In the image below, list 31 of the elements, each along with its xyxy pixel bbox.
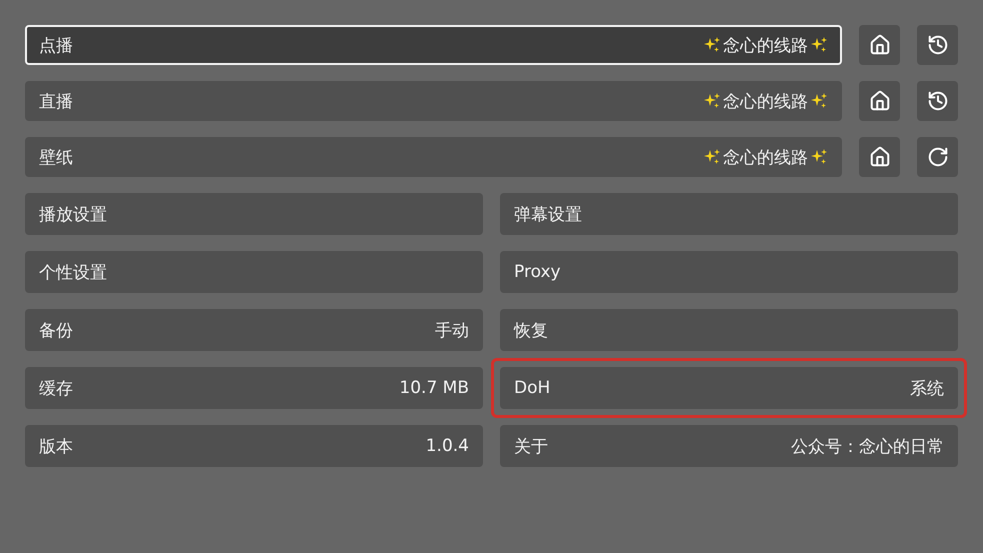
home-icon: [868, 146, 890, 168]
settings-item[interactable]: 个性设置: [25, 251, 483, 293]
settings-item[interactable]: Proxy: [500, 251, 958, 293]
settings-item[interactable]: 缓存 10.7 MB: [25, 367, 483, 409]
sparkles-icon: [703, 36, 721, 54]
sparkles-icon: [810, 148, 828, 166]
settings-item[interactable]: DoH 系统: [500, 367, 958, 409]
refresh-button[interactable]: [917, 137, 958, 177]
home-icon: [868, 90, 890, 112]
history-icon: [926, 34, 948, 56]
sparkles-icon: [703, 148, 721, 166]
sparkles-icon: [810, 92, 828, 110]
settings-item[interactable]: 关于 公众号：念心的日常: [500, 425, 958, 467]
history-icon: [926, 90, 948, 112]
settings-item[interactable]: 备份 手动: [25, 309, 483, 351]
history-button[interactable]: [917, 81, 958, 121]
refresh-icon: [926, 146, 948, 168]
settings-item[interactable]: 版本 1.0.4: [25, 425, 483, 467]
home-button[interactable]: [859, 81, 900, 121]
settings-item[interactable]: 恢复: [500, 309, 958, 351]
source-selector[interactable]: 点播 念心的线路: [25, 25, 842, 65]
settings-item[interactable]: 播放设置: [25, 193, 483, 235]
history-button[interactable]: [917, 25, 958, 65]
home-button[interactable]: [859, 25, 900, 65]
source-selector[interactable]: 壁纸 念心的线路: [25, 137, 842, 177]
sparkles-icon: [810, 36, 828, 54]
source-selector[interactable]: 直播 念心的线路: [25, 81, 842, 121]
home-button[interactable]: [859, 137, 900, 177]
home-icon: [868, 34, 890, 56]
sparkles-icon: [703, 92, 721, 110]
settings-item[interactable]: 弹幕设置: [500, 193, 958, 235]
